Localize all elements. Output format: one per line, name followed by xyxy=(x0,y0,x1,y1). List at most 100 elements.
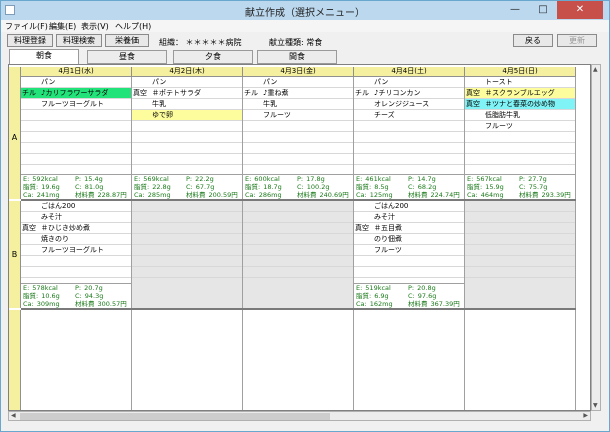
menu-item-row[interactable] xyxy=(465,223,575,234)
menu-item-row[interactable] xyxy=(465,212,575,223)
menu-item-row[interactable]: フルーツヨーグルト xyxy=(21,99,131,110)
menu-item-row[interactable] xyxy=(465,143,575,154)
menu-item-row[interactable] xyxy=(465,201,575,212)
menu-item-row[interactable]: 牛乳 xyxy=(132,99,242,110)
day-header[interactable]: 4月3日(金) xyxy=(243,67,354,77)
menu-item-row[interactable] xyxy=(243,132,353,143)
menu-item-row[interactable]: 真空 ＃スクランブルエッグ xyxy=(465,88,575,99)
menu-item-row[interactable]: ごはん200 xyxy=(354,201,464,212)
vertical-scrollbar[interactable]: ▲ ▼ xyxy=(591,64,601,411)
menu-item-row[interactable]: のり佃煮 xyxy=(354,234,464,245)
menu-item-row[interactable] xyxy=(132,143,242,154)
menu-item-row[interactable]: フルーツ xyxy=(354,245,464,256)
menu-view[interactable]: 表示(V) xyxy=(81,21,109,32)
menu-item-row[interactable] xyxy=(132,132,242,143)
maximize-button[interactable]: □ xyxy=(529,1,557,19)
menu-item-row[interactable] xyxy=(21,121,131,132)
update-button[interactable]: 更新 xyxy=(557,34,597,47)
menu-item-row[interactable] xyxy=(243,267,353,278)
menu-item-row[interactable]: 低脂肪牛乳 xyxy=(465,110,575,121)
menu-item-row[interactable]: パン xyxy=(132,77,242,88)
menu-item-row[interactable] xyxy=(354,154,464,165)
horizontal-scroll-thumb[interactable] xyxy=(20,413,330,420)
search-dish-button[interactable]: 料理検索 xyxy=(56,34,102,47)
menu-item-row[interactable]: ごはん200 xyxy=(21,201,131,212)
tab-lunch[interactable]: 昼食 xyxy=(87,50,167,64)
menu-item-row[interactable] xyxy=(465,132,575,143)
scroll-down-icon[interactable]: ▼ xyxy=(593,402,598,409)
menu-cell[interactable]: トースト 真空 ＃スクランブルエッグ 真空 ＃ツナと春菜の炒め物 低脂肪牛乳 フルーツ E: 5… xyxy=(465,77,576,200)
register-dish-button[interactable]: 料理登録 xyxy=(7,34,53,47)
menu-item-row[interactable] xyxy=(132,121,242,132)
menu-cell[interactable]: ごはん200 みそ汁 真空 ＃ひじき炒め煮 焼きのり フルーツヨーグルト E: 578kcal… xyxy=(21,201,132,309)
menu-item-row[interactable] xyxy=(21,154,131,165)
menu-item-row[interactable]: パン xyxy=(354,77,464,88)
menu-item-row[interactable] xyxy=(354,132,464,143)
menu-item-row[interactable] xyxy=(465,256,575,267)
menu-item-row[interactable] xyxy=(132,154,242,165)
minimize-button[interactable]: — xyxy=(501,1,529,19)
menu-item-row[interactable] xyxy=(21,267,131,278)
menu-item-row[interactable] xyxy=(465,245,575,256)
menu-item-row[interactable] xyxy=(132,267,242,278)
menu-item-row[interactable]: チル ♪チリコンカン xyxy=(354,88,464,99)
menu-cell[interactable]: ごはん200 みそ汁 真空 ＃五目煮 のり佃煮 フルーツ E: 519kcal P: 20.8g 脂… xyxy=(354,201,465,309)
menu-item-row[interactable] xyxy=(354,143,464,154)
menu-item-row[interactable] xyxy=(132,201,242,212)
menu-item-row[interactable] xyxy=(243,201,353,212)
day-header[interactable]: 4月4日(土) xyxy=(354,67,465,77)
menu-item-row[interactable] xyxy=(465,234,575,245)
menu-item-row[interactable]: チル ♪重ね煮 xyxy=(243,88,353,99)
day-header[interactable]: 4月1日(水) xyxy=(21,67,132,77)
menu-item-row[interactable] xyxy=(354,256,464,267)
menu-item-row[interactable]: 焼きのり xyxy=(21,234,131,245)
menu-item-row[interactable] xyxy=(132,234,242,245)
menu-cell[interactable] xyxy=(132,201,243,308)
menu-item-row[interactable] xyxy=(243,256,353,267)
menu-item-row[interactable]: オレンジジュース xyxy=(354,99,464,110)
menu-item-row[interactable]: 牛乳 xyxy=(243,99,353,110)
menu-item-row[interactable] xyxy=(243,143,353,154)
menu-item-row[interactable]: 真空 ＃ツナと春菜の炒め物 xyxy=(465,99,575,110)
scroll-up-icon[interactable]: ▲ xyxy=(593,66,598,73)
menu-cell[interactable] xyxy=(243,201,354,308)
menu-cell[interactable]: パン チル ♪重ね煮 牛乳 フルーツ E: 600kcal P: 17.8g 脂質: 18.7g C:… xyxy=(243,77,354,200)
back-button[interactable]: 戻る xyxy=(513,34,553,47)
menu-item-row[interactable] xyxy=(243,234,353,245)
menu-item-row[interactable] xyxy=(243,245,353,256)
scroll-left-icon[interactable]: ◀ xyxy=(11,412,16,419)
menu-item-row[interactable]: フルーツ xyxy=(243,110,353,121)
scroll-right-icon[interactable]: ▶ xyxy=(583,412,588,419)
menu-item-row[interactable]: 真空 ＃五目煮 xyxy=(354,223,464,234)
menu-item-row[interactable]: パン xyxy=(21,77,131,88)
menu-item-row[interactable]: みそ汁 xyxy=(354,212,464,223)
menu-item-row[interactable] xyxy=(21,143,131,154)
menu-item-row[interactable]: チル ♪カリフラワーサラダ xyxy=(21,88,131,99)
menu-item-row[interactable] xyxy=(21,132,131,143)
nutrition-button[interactable]: 栄養価 xyxy=(105,34,149,47)
menu-file[interactable]: ファイル(F) xyxy=(5,21,48,32)
menu-item-row[interactable] xyxy=(243,223,353,234)
menu-cell[interactable] xyxy=(465,201,576,308)
menu-edit[interactable]: 編集(E) xyxy=(49,21,76,32)
close-button[interactable]: ✕ xyxy=(557,1,603,19)
menu-item-row[interactable]: 真空 ＃ひじき炒め煮 xyxy=(21,223,131,234)
menu-item-row[interactable] xyxy=(465,154,575,165)
menu-item-row[interactable]: トースト xyxy=(465,77,575,88)
menu-item-row[interactable] xyxy=(243,154,353,165)
menu-item-row[interactable] xyxy=(132,223,242,234)
menu-item-row[interactable]: パン xyxy=(243,77,353,88)
menu-item-row[interactable]: 真空 ＃ポテトサラダ xyxy=(132,88,242,99)
menu-item-row[interactable] xyxy=(132,245,242,256)
tab-dinner[interactable]: 夕食 xyxy=(173,50,253,64)
menu-cell[interactable]: パン 真空 ＃ポテトサラダ 牛乳 ゆで卵 E: 569kcal P: 22.2g 脂質: 22.8g… xyxy=(132,77,243,200)
menu-item-row[interactable]: ゆで卵 xyxy=(132,110,242,121)
day-header[interactable]: 4月2日(木) xyxy=(132,67,243,77)
menu-cell[interactable]: パン チル ♪チリコンカン オレンジジュース チーズ E: 461kcal P: 14.7g 脂質… xyxy=(354,77,465,200)
menu-item-row[interactable] xyxy=(21,256,131,267)
day-header[interactable]: 4月5日(日) xyxy=(465,67,576,77)
tab-breakfast[interactable]: 朝食 xyxy=(9,49,79,65)
menu-item-row[interactable]: フルーツヨーグルト xyxy=(21,245,131,256)
menu-item-row[interactable] xyxy=(354,121,464,132)
menu-item-row[interactable] xyxy=(243,121,353,132)
